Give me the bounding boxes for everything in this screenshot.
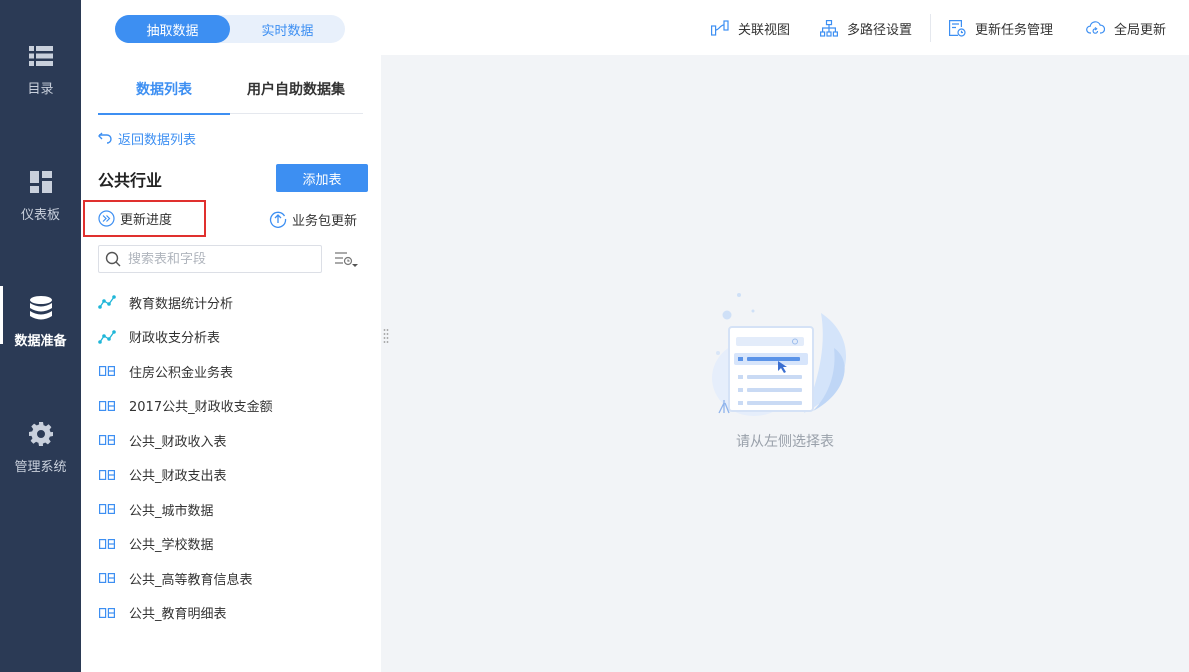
db-table-icon <box>98 364 116 378</box>
db-table-icon <box>98 606 116 620</box>
table-name: 公共_高等教育信息表 <box>129 572 253 588</box>
db-table-icon <box>98 571 116 585</box>
nav-item-data-prep[interactable]: 数据准备 <box>0 252 81 378</box>
hierarchy-icon <box>820 19 838 37</box>
analysis-table-icon <box>98 329 116 344</box>
multipath-settings-button[interactable]: 多路径设置 <box>820 17 912 39</box>
database-icon <box>29 296 53 320</box>
table-list: 教育数据统计分析 财政收支分析表 住房公积金业务表 2017公共_财政收支金额 … <box>81 285 381 630</box>
filter-list-icon <box>335 252 358 267</box>
table-name: 公共_学校数据 <box>129 538 214 554</box>
table-name: 财政收支分析表 <box>129 331 221 347</box>
nav-item-catalog[interactable]: 目录 <box>0 0 81 126</box>
table-name: 公共_财政收入表 <box>129 434 227 450</box>
db-table-icon <box>98 433 116 447</box>
global-update-button[interactable]: 全局更新 <box>1086 17 1166 39</box>
nav-label: 目录 <box>27 82 54 97</box>
list-item[interactable]: 2017公共_财政收支金额 <box>81 389 381 424</box>
list-item[interactable]: 教育数据统计分析 <box>81 285 381 320</box>
relation-view-button[interactable]: 关联视图 <box>711 17 790 39</box>
filter-sort-button[interactable] <box>333 248 359 272</box>
nav-label: 仪表板 <box>20 208 60 223</box>
search-icon <box>105 251 121 267</box>
list-item[interactable]: 财政收支分析表 <box>81 320 381 355</box>
package-update-button[interactable]: 业务包更新 <box>269 208 357 230</box>
top-toolbar: 关联视图 多路径设置 更新任务管理 全局更新 <box>381 0 1189 55</box>
update-task-management-label: 更新任务管理 <box>975 22 1054 38</box>
left-navigation: 目录 仪表板 数据准备 管理系统 <box>0 0 81 672</box>
empty-state-message: 请从左侧选择表 <box>736 434 834 450</box>
cloud-refresh-icon <box>1086 21 1105 34</box>
data-panel: 抽取数据 实时数据 数据列表 用户自助数据集 返回数据列表 公共行业 添加表 更… <box>81 0 381 672</box>
list-item[interactable]: 公共_财政支出表 <box>81 458 381 493</box>
table-name: 公共_教育明细表 <box>129 607 227 623</box>
list-item[interactable]: 住房公积金业务表 <box>81 354 381 389</box>
package-title: 公共行业 <box>98 171 163 190</box>
db-table-icon <box>98 537 116 551</box>
db-table-icon <box>98 502 116 516</box>
nav-item-admin[interactable]: 管理系统 <box>0 378 81 504</box>
update-progress-label: 更新进度 <box>120 213 173 228</box>
empty-state-illustration-icon <box>709 293 859 418</box>
search-input[interactable] <box>128 251 308 267</box>
table-name: 公共_财政支出表 <box>129 469 227 485</box>
dashboard-icon <box>29 170 53 194</box>
back-to-data-list-link[interactable]: 返回数据列表 <box>98 128 196 148</box>
realtime-data-toggle[interactable]: 实时数据 <box>230 15 345 43</box>
relation-view-label: 关联视图 <box>738 22 791 38</box>
list-item[interactable]: 公共_教育明细表 <box>81 596 381 631</box>
update-progress-button[interactable]: 更新进度 <box>83 200 206 237</box>
update-task-management-button[interactable]: 更新任务管理 <box>948 17 1053 39</box>
back-link-label: 返回数据列表 <box>118 132 197 148</box>
task-document-icon <box>949 20 966 37</box>
add-table-button[interactable]: 添加表 <box>276 164 368 192</box>
main-content-area: 请从左侧选择表 <box>381 55 1189 672</box>
back-arrow-icon <box>98 132 112 144</box>
upload-circle-icon <box>269 211 287 228</box>
db-table-icon <box>98 399 116 413</box>
list-item[interactable]: 公共_学校数据 <box>81 527 381 562</box>
package-update-label: 业务包更新 <box>292 213 358 229</box>
table-name: 教育数据统计分析 <box>129 296 234 312</box>
db-table-icon <box>98 468 116 482</box>
double-chevron-circle-icon <box>98 210 115 227</box>
gear-icon <box>28 422 53 446</box>
panel-tabs: 数据列表 用户自助数据集 <box>98 64 363 115</box>
analysis-table-icon <box>98 295 116 310</box>
tab-self-service-dataset[interactable]: 用户自助数据集 <box>230 64 362 114</box>
table-name: 公共_城市数据 <box>129 503 214 519</box>
nav-label: 数据准备 <box>14 334 67 349</box>
mode-switch: 抽取数据 实时数据 <box>115 15 345 43</box>
list-item[interactable]: 公共_城市数据 <box>81 492 381 527</box>
nav-item-dashboard[interactable]: 仪表板 <box>0 126 81 252</box>
multipath-settings-label: 多路径设置 <box>847 22 913 38</box>
table-name: 住房公积金业务表 <box>129 365 234 381</box>
extract-data-toggle[interactable]: 抽取数据 <box>115 15 230 43</box>
tab-data-list[interactable]: 数据列表 <box>98 64 230 115</box>
panel-resize-handle[interactable] <box>383 328 389 344</box>
relation-view-icon <box>711 20 729 36</box>
list-item[interactable]: 公共_高等教育信息表 <box>81 561 381 596</box>
list-item[interactable]: 公共_财政收入表 <box>81 423 381 458</box>
list-icon <box>28 44 53 68</box>
nav-label: 管理系统 <box>14 460 67 475</box>
table-name: 2017公共_财政收支金额 <box>129 400 273 416</box>
toolbar-divider <box>930 14 931 42</box>
table-search-box <box>98 245 322 273</box>
global-update-label: 全局更新 <box>1114 22 1167 38</box>
